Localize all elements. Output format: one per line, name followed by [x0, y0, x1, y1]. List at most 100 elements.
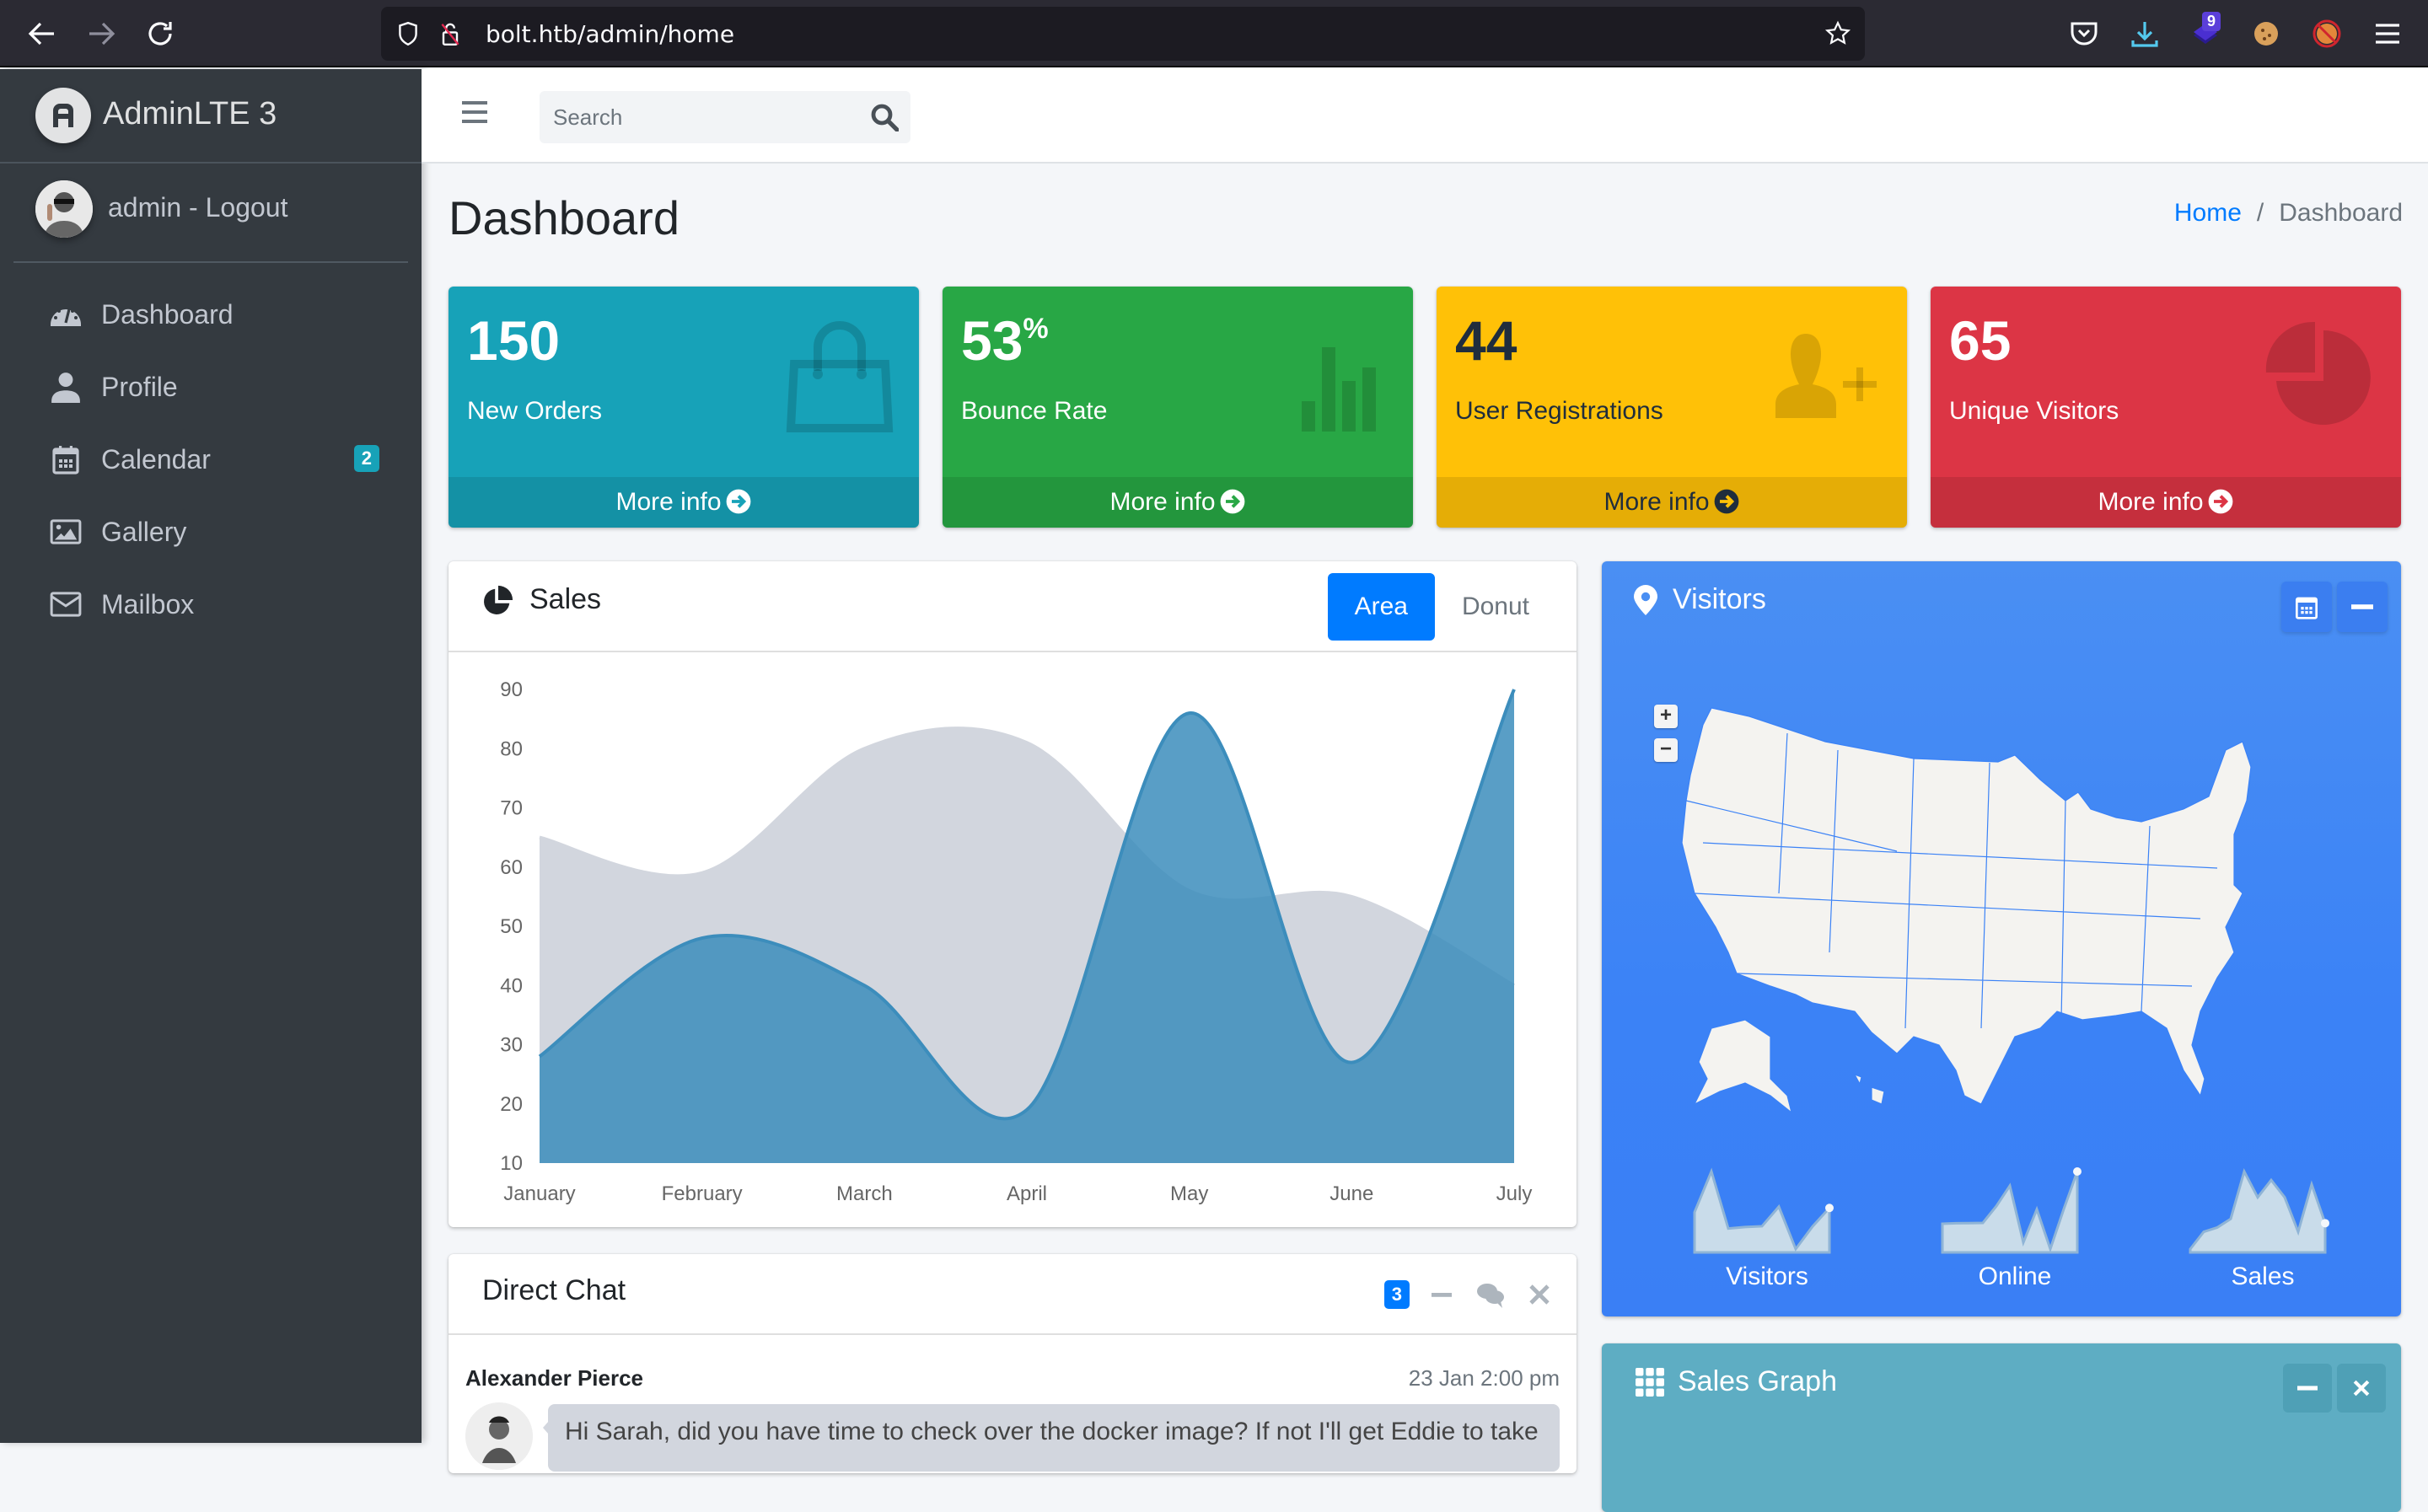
sidebar-item-calendar[interactable]: Calendar 2: [13, 423, 408, 496]
visitors-card-title: Visitors: [1634, 583, 1766, 616]
sales-graph-close-button[interactable]: [2337, 1364, 2386, 1413]
forward-button[interactable]: [84, 17, 118, 51]
collapse-button[interactable]: [2337, 582, 2388, 632]
y-tick-label: 10: [500, 1152, 523, 1175]
comments-icon[interactable]: [1474, 1278, 1507, 1311]
close-icon[interactable]: [1523, 1278, 1556, 1311]
y-tick-label: 70: [500, 797, 523, 820]
bookmark-star-icon[interactable]: [1824, 20, 1851, 47]
sales-card-header: Sales Area Donut: [449, 561, 1577, 652]
browser-toolbar: bolt.htb/admin/home 9: [0, 0, 2428, 67]
map-hawaii: [1855, 1075, 1884, 1104]
x-tick-label: May: [1170, 1182, 1208, 1205]
shield-icon[interactable]: [395, 20, 422, 47]
chat-message-text: Hi Sarah, did you have time to check ove…: [548, 1404, 1560, 1472]
small-box-new-orders: 150 New Orders More info: [449, 287, 919, 528]
search-form: [540, 91, 910, 143]
user-photo-icon: [35, 180, 93, 238]
sales-card-title: Sales: [482, 583, 601, 616]
sidebar-item-dashboard[interactable]: Dashboard: [13, 278, 408, 351]
sales-graph-collapse-button[interactable]: [2283, 1364, 2332, 1413]
direct-chat-header: Direct Chat 3: [449, 1254, 1577, 1335]
search-icon[interactable]: [870, 103, 899, 131]
search-input[interactable]: [553, 91, 857, 143]
minus-icon[interactable]: [1425, 1278, 1458, 1311]
y-tick-label: 50: [500, 915, 523, 938]
extension-badge: 9: [2202, 12, 2221, 31]
forward-icon: [84, 17, 118, 51]
menu-icon[interactable]: [2371, 17, 2404, 51]
brand-logo: [35, 88, 91, 143]
arrow-circle-right-icon: [725, 488, 752, 515]
unique-visitors-more-info-link[interactable]: More info: [1931, 477, 2401, 528]
sidebar-item-gallery[interactable]: Gallery: [13, 496, 408, 568]
date-range-button[interactable]: [2281, 582, 2332, 632]
reload-button[interactable]: [143, 17, 177, 51]
map-marker-icon: [1634, 585, 1657, 615]
new-orders-value: 150: [467, 310, 602, 372]
user-registrations-more-info-link[interactable]: More info: [1437, 477, 1907, 528]
chart-pie-icon: [482, 584, 514, 616]
user-icon: [47, 370, 84, 404]
pie-graph-icon: [2263, 317, 2381, 435]
download-icon[interactable]: [2128, 17, 2162, 51]
sidebar-item-label: Profile: [101, 372, 178, 403]
user-avatar[interactable]: [35, 180, 93, 238]
cookie-icon[interactable]: [2249, 17, 2283, 51]
tachometer-icon: [47, 298, 84, 331]
tab-area[interactable]: Area: [1328, 573, 1435, 641]
brand-link[interactable]: AdminLTE 3: [0, 69, 422, 164]
adminlte-logo-icon: [46, 99, 80, 132]
new-orders-label: New Orders: [467, 397, 602, 426]
breadcrumb-current: Dashboard: [2279, 199, 2403, 227]
sales-card: Sales Area Donut 102030405060708090Janua…: [449, 561, 1577, 1227]
sidebar-item-label: Calendar: [101, 444, 211, 475]
direct-chat-title: Direct Chat: [482, 1274, 626, 1307]
arrow-circle-right-icon: [1713, 488, 1740, 515]
breadcrumb-home-link[interactable]: Home: [2174, 199, 2242, 227]
insecure-lock-icon[interactable]: [437, 20, 464, 47]
url-bar[interactable]: bolt.htb/admin/home: [381, 7, 1865, 61]
calendar-icon: [2295, 594, 2318, 619]
sales-graph-card: Sales Graph: [1602, 1343, 2401, 1512]
new-messages-badge: 3: [1384, 1280, 1410, 1309]
pocket-icon[interactable]: [2067, 17, 2101, 51]
sparkline-last-point: [2321, 1219, 2329, 1227]
visitors-card: Visitors + − Visitors Online Sales: [1602, 561, 2401, 1316]
x-tick-label: June: [1329, 1182, 1373, 1205]
sparkline-last-point: [1825, 1204, 1834, 1212]
sidebar-item-mailbox[interactable]: Mailbox: [13, 568, 408, 641]
chat-timestamp: 23 Jan 2:00 pm: [1409, 1365, 1560, 1391]
x-tick-label: February: [662, 1182, 743, 1205]
unique-visitors-label: Unique Visitors: [1949, 397, 2119, 426]
th-icon: [1636, 1368, 1664, 1397]
stats-bars-icon: [1275, 317, 1393, 435]
sidebar-nav: Dashboard Profile Calendar 2 Gallery Mai…: [13, 278, 408, 641]
calendar-badge: 2: [354, 445, 379, 472]
x-tick-label: January: [503, 1182, 575, 1205]
blocked-fox-icon[interactable]: [2310, 17, 2344, 51]
usa-map[interactable]: [1644, 674, 2335, 1113]
user-registrations-label: User Registrations: [1455, 397, 1663, 426]
bounce-rate-value: 53%: [961, 310, 1107, 372]
sidebar-item-profile[interactable]: Profile: [13, 351, 408, 423]
direct-chat-tools: 3: [1384, 1278, 1556, 1311]
bounce-rate-more-info-link[interactable]: More info: [943, 477, 1413, 528]
breadcrumb: Home/Dashboard: [2174, 199, 2403, 228]
url-text[interactable]: bolt.htb/admin/home: [486, 20, 734, 48]
back-button[interactable]: [25, 17, 59, 51]
y-tick-label: 60: [500, 856, 523, 879]
top-navbar: [422, 69, 2428, 164]
unique-visitors-value: 65: [1949, 310, 2119, 372]
user-logout-link[interactable]: admin - Logout: [108, 192, 287, 223]
tab-donut[interactable]: Donut: [1435, 573, 1556, 641]
x-tick-label: March: [836, 1182, 893, 1205]
sparkline-last-point: [2073, 1167, 2082, 1176]
new-orders-more-info-link[interactable]: More info: [449, 477, 919, 528]
sidebar: AdminLTE 3 admin - Logout Dashboard Prof…: [0, 69, 422, 1443]
small-box-unique-visitors: 65 Unique Visitors More info: [1931, 287, 2401, 528]
y-tick-label: 90: [500, 678, 523, 701]
direct-chat-card: Direct Chat 3 Alexander Pierce 23 Jan 2:…: [449, 1254, 1577, 1473]
sidebar-toggle-icon[interactable]: [462, 99, 487, 125]
chat-sender-name: Alexander Pierce: [465, 1365, 643, 1391]
